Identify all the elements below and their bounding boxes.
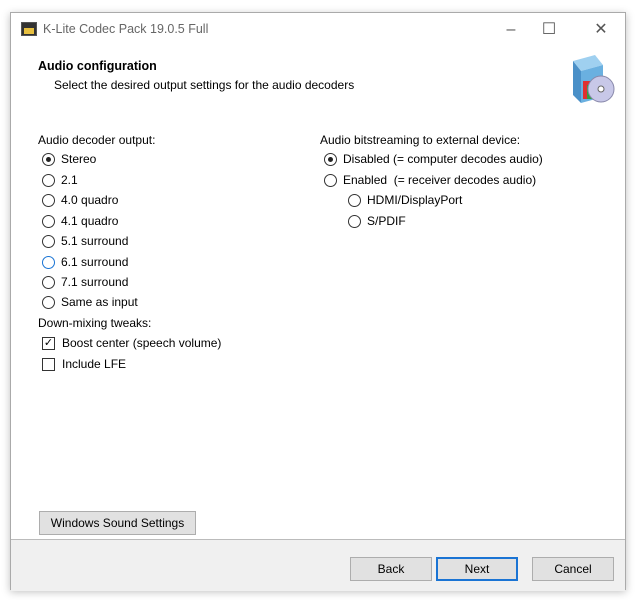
radio-button[interactable] (42, 275, 55, 289)
option-label: S/PDIF (367, 214, 406, 228)
window-title: K-Lite Codec Pack 19.0.5 Full (43, 22, 209, 36)
option-label: Boost center (speech volume) (62, 336, 222, 350)
close-button[interactable]: ✕ (579, 17, 623, 43)
option-label: Include LFE (62, 357, 127, 371)
page-title: Audio configuration (38, 59, 157, 73)
next-button[interactable]: Next (436, 557, 518, 581)
maximize-button[interactable]: ☐ (527, 17, 571, 43)
radio-button[interactable] (42, 214, 55, 228)
radio-button[interactable] (42, 234, 55, 248)
radio-button[interactable] (42, 173, 55, 187)
option-label: 7.1 surround (61, 275, 129, 289)
radio-button[interactable] (348, 193, 361, 207)
checkbox[interactable] (42, 357, 55, 371)
radio-spdif[interactable]: S/PDIF (348, 213, 406, 229)
bitstream-label: Audio bitstreaming to external device: (320, 133, 521, 147)
radio-5-1-surround[interactable]: 5.1 surround (42, 233, 128, 249)
option-label: 2.1 (61, 173, 78, 187)
radio-6-1-surround[interactable]: 6.1 surround (42, 254, 128, 270)
footer-bar: Back Next Cancel (11, 539, 625, 591)
option-label: 6.1 surround (61, 255, 129, 269)
decoder-output-label: Audio decoder output: (38, 133, 156, 147)
radio-4-1-quadro[interactable]: 4.1 quadro (42, 213, 118, 229)
radio-button[interactable] (324, 152, 337, 166)
option-label: HDMI/DisplayPort (367, 193, 463, 207)
radio-bitstream-enabled[interactable]: Enabled (= receiver decodes audio) (324, 172, 536, 188)
title-bar: K-Lite Codec Pack 19.0.5 Full – ☐ ✕ (11, 13, 625, 45)
radio-button[interactable] (42, 193, 55, 207)
downmix-label: Down-mixing tweaks: (38, 316, 152, 330)
radio-button[interactable] (324, 173, 337, 187)
radio-button[interactable] (348, 214, 361, 228)
option-label: Same as input (61, 295, 138, 309)
radio-button[interactable] (42, 255, 55, 269)
radio-same-as-input[interactable]: Same as input (42, 294, 138, 310)
radio-2-1[interactable]: 2.1 (42, 172, 78, 188)
checkbox-boost-center[interactable]: ✓ Boost center (speech volume) (42, 335, 221, 351)
option-label: Enabled (= receiver decodes audio) (343, 173, 537, 187)
radio-button[interactable] (42, 152, 55, 166)
option-label: 4.0 quadro (61, 193, 119, 207)
back-button[interactable]: Back (350, 557, 432, 581)
radio-bitstream-disabled[interactable]: Disabled (= computer decodes audio) (324, 151, 543, 167)
option-label: 5.1 surround (61, 234, 129, 248)
option-label: Disabled (= computer decodes audio) (343, 152, 543, 166)
radio-stereo[interactable]: Stereo (42, 151, 96, 167)
radio-hdmi[interactable]: HDMI/DisplayPort (348, 192, 462, 208)
cancel-button[interactable]: Cancel (532, 557, 614, 581)
radio-button[interactable] (42, 295, 55, 309)
option-label: 4.1 quadro (61, 214, 119, 228)
page-subtitle: Select the desired output settings for t… (54, 78, 355, 92)
checkbox[interactable]: ✓ (42, 336, 55, 350)
radio-4-0-quadro[interactable]: 4.0 quadro (42, 192, 118, 208)
app-icon (21, 22, 37, 36)
installer-window: K-Lite Codec Pack 19.0.5 Full – ☐ ✕ Audi… (10, 12, 626, 591)
codec-box-icon (573, 55, 615, 103)
radio-7-1-surround[interactable]: 7.1 surround (42, 274, 128, 290)
checkbox-include-lfe[interactable]: Include LFE (42, 356, 126, 372)
option-label: Stereo (61, 152, 97, 166)
windows-sound-settings-button[interactable]: Windows Sound Settings (39, 511, 196, 535)
